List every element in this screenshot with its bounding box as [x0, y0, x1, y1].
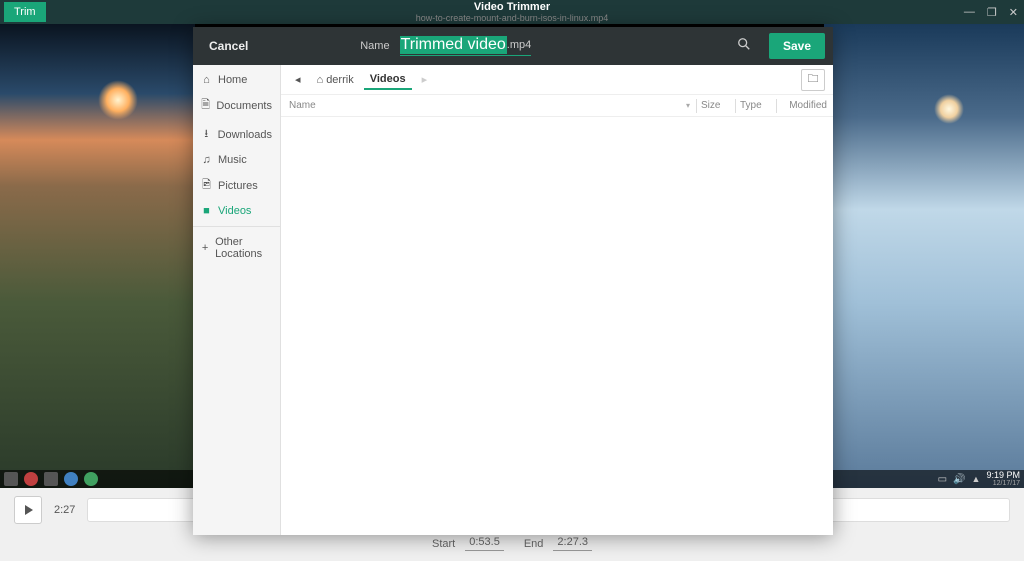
music-icon: ♫ [201, 154, 212, 166]
taskbar-icon [4, 472, 18, 486]
file-list[interactable] [281, 117, 833, 535]
places-sidebar: ⌂ Home 🗎 Documents ⭳ Downloads ♫ Music 🖻… [193, 65, 281, 535]
window-title: Video Trimmer [416, 1, 609, 13]
column-name[interactable]: Name [281, 100, 680, 111]
desktop-taskbar-left [0, 470, 195, 488]
sidebar-item-label: Home [218, 74, 247, 86]
sidebar-item-videos[interactable]: ■ Videos [193, 200, 280, 222]
filename-selected-text: Trimmed video [400, 36, 507, 54]
taskbar-icon [84, 472, 98, 486]
sidebar-item-label: Videos [218, 205, 251, 217]
filename-extension: .mp4 [507, 39, 531, 51]
path-crumb-label: derrik [326, 74, 354, 86]
sidebar-item-other-locations[interactable]: + Other Locations [193, 231, 280, 265]
sidebar-item-pictures[interactable]: 🖻 Pictures [193, 171, 280, 200]
path-forward-button[interactable]: ▸ [416, 70, 434, 89]
file-browser-area: ◂ ⌂ derrik Videos ▸ 🗀 Name ▾ Size [281, 65, 833, 535]
sidebar-item-label: Documents [216, 100, 272, 112]
taskbar-icon [64, 472, 78, 486]
new-folder-icon: 🗀 [808, 70, 819, 89]
minimize-button[interactable]: — [964, 6, 975, 19]
sidebar-item-label: Pictures [218, 180, 258, 192]
video-frame-left [0, 24, 195, 488]
taskbar-icon [24, 472, 38, 486]
sort-indicator-icon[interactable]: ▾ [680, 101, 696, 110]
filename-section: Name Trimmed video.mp4 [360, 36, 531, 56]
window-titlebar: Trim Video Trimmer how-to-create-mount-a… [0, 0, 1024, 24]
sidebar-item-home[interactable]: ⌂ Home [193, 69, 280, 91]
end-label: End [524, 538, 544, 550]
path-crumb-current[interactable]: Videos [364, 70, 412, 90]
download-icon: ⭳ [201, 125, 212, 144]
close-button[interactable]: ✕ [1009, 6, 1018, 19]
new-folder-button[interactable]: 🗀 [801, 69, 825, 91]
tray-icon: ▭ [938, 474, 947, 485]
volume-icon: 🔊 [953, 474, 965, 485]
path-crumb-label: Videos [370, 73, 406, 85]
trim-range-row: Start 0:53.5 End 2:27.3 [0, 532, 1024, 555]
video-icon: ■ [201, 205, 212, 217]
sidebar-item-label: Other Locations [215, 236, 272, 260]
sidebar-item-music[interactable]: ♫ Music [193, 149, 280, 171]
play-button[interactable] [14, 496, 42, 524]
end-value-input[interactable]: 2:27.3 [553, 536, 592, 551]
window-subtitle: how-to-create-mount-and-burn-isos-in-lin… [416, 13, 609, 23]
document-icon: 🗎 [201, 96, 210, 115]
sidebar-separator [193, 226, 280, 227]
sidebar-item-label: Downloads [218, 129, 272, 141]
video-frame-right: ▭ 🔊 ▲ 9:19 PM 12/17/17 [824, 24, 1024, 488]
search-icon[interactable] [729, 33, 759, 60]
home-icon: ⌂ [317, 74, 324, 86]
dialog-body: ⌂ Home 🗎 Documents ⭳ Downloads ♫ Music 🖻… [193, 65, 833, 535]
sidebar-item-documents[interactable]: 🗎 Documents [193, 91, 280, 120]
taskbar-icon [44, 472, 58, 486]
start-label: Start [432, 538, 455, 550]
column-modified[interactable]: Modified [777, 100, 827, 111]
cancel-button[interactable]: Cancel [201, 35, 256, 57]
play-icon [25, 505, 33, 515]
picture-icon: 🖻 [201, 176, 212, 195]
titlebar-center: Video Trimmer how-to-create-mount-and-bu… [416, 1, 609, 23]
column-headers: Name ▾ Size Type Modified [281, 95, 833, 117]
file-save-dialog: Cancel Name Trimmed video.mp4 Save ⌂ Hom… [193, 27, 833, 535]
up-arrow-icon: ▲ [972, 474, 981, 484]
plus-icon: + [201, 242, 209, 254]
path-back-button[interactable]: ◂ [289, 70, 307, 89]
column-type[interactable]: Type [736, 100, 776, 111]
save-button[interactable]: Save [769, 33, 825, 59]
window-controls: — ❐ ✕ [964, 6, 1018, 19]
home-icon: ⌂ [201, 74, 212, 86]
start-value-input[interactable]: 0:53.5 [465, 536, 504, 551]
dialog-header: Cancel Name Trimmed video.mp4 Save [193, 27, 833, 65]
desktop-taskbar-right: ▭ 🔊 ▲ 9:19 PM 12/17/17 [824, 470, 1024, 488]
taskbar-clock: 9:19 PM 12/17/17 [986, 471, 1020, 487]
maximize-button[interactable]: ❐ [987, 6, 997, 19]
current-time: 2:27 [54, 504, 75, 516]
filename-input[interactable]: Trimmed video.mp4 [400, 36, 532, 56]
column-size[interactable]: Size [697, 100, 735, 111]
path-bar: ◂ ⌂ derrik Videos ▸ 🗀 [281, 65, 833, 95]
sidebar-item-downloads[interactable]: ⭳ Downloads [193, 120, 280, 149]
path-crumb-home[interactable]: ⌂ derrik [311, 71, 360, 89]
sidebar-item-label: Music [218, 154, 247, 166]
trim-button[interactable]: Trim [4, 2, 46, 22]
name-label: Name [360, 40, 389, 52]
